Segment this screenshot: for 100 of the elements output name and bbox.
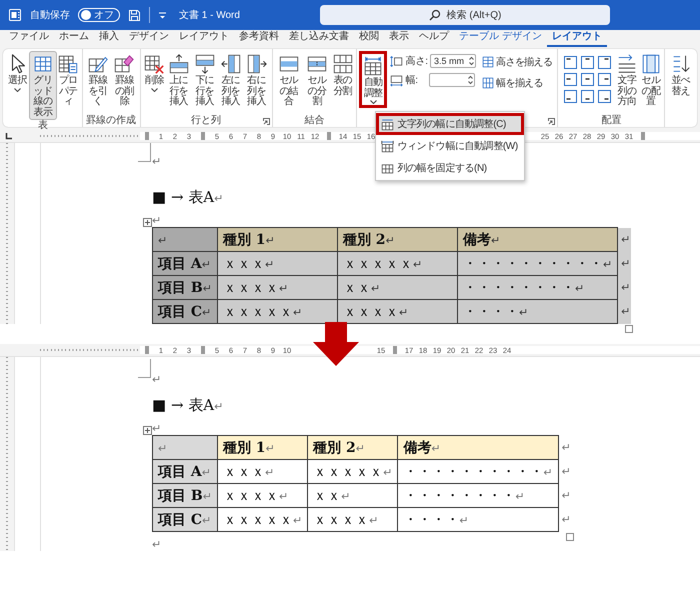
down-arrow: [313, 322, 359, 366]
number-field[interactable]: 3.5 mm: [430, 54, 476, 68]
table-cell: ・・・・・・・・↵: [398, 484, 558, 508]
ribbon-tab[interactable]: 校閲: [354, 28, 384, 47]
insert-column-left-icon: [220, 53, 242, 75]
menu-item[interactable]: 文字列の幅に自動調整(C): [376, 113, 524, 135]
app-icon[interactable]: [8, 8, 22, 22]
row-end-mark: ↵: [618, 228, 631, 252]
distribute-rows-icon: [482, 56, 494, 68]
row-header: 項目 C↵: [152, 508, 218, 532]
ribbon-button[interactable]: 右に列を挿入: [244, 51, 270, 110]
paragraph-mark: ↵: [152, 422, 162, 435]
align-button[interactable]: [597, 55, 612, 69]
align-button[interactable]: [580, 89, 594, 103]
group-label: 配置: [601, 115, 622, 126]
ribbon-tab[interactable]: 参考資料: [234, 28, 284, 47]
ribbon-button[interactable]: グリッド線の表示: [29, 51, 57, 120]
save-icon[interactable]: [128, 8, 141, 22]
ribbon-button[interactable]: 高さを揃える: [481, 54, 554, 70]
column-marker[interactable]: [145, 346, 149, 354]
ribbon-tab[interactable]: テーブル デザイン: [454, 28, 547, 47]
column-header: 備考↵: [457, 228, 618, 252]
column-marker[interactable]: [201, 132, 205, 140]
group-label: 結合: [304, 115, 324, 126]
group-label: 行と列: [191, 115, 222, 126]
column-marker[interactable]: [641, 132, 645, 140]
group-label: 罫線の作成: [86, 115, 136, 126]
split-table-icon: [332, 53, 354, 75]
table-resize-handle-icon[interactable]: [566, 533, 574, 541]
ribbon-button[interactable]: セルの分割: [302, 51, 332, 110]
autosave-label: 自動保存: [30, 9, 70, 22]
ribbon-button[interactable]: 罫線を引く: [84, 51, 112, 110]
ribbon-button[interactable]: 左に列を挿入: [218, 51, 244, 110]
table-resize-handle-icon[interactable]: [625, 325, 634, 333]
column-marker[interactable]: [145, 132, 149, 140]
column-marker[interactable]: [327, 132, 331, 140]
row-header: 項目 B↵: [152, 484, 218, 508]
dialog-launcher-icon[interactable]: [262, 118, 270, 125]
table-properties-icon: [57, 53, 80, 75]
field-label: 幅:: [405, 74, 420, 87]
menu-item[interactable]: ウィンドウ幅に自動調整(W): [376, 135, 524, 157]
cell-align-icon: [598, 90, 611, 102]
table-cell: ｘｘｘｘｘ↵: [217, 508, 308, 532]
cell-align-icon: [598, 56, 611, 68]
ribbon-button[interactable]: 幅を揃える: [481, 75, 554, 91]
dialog-launcher-icon[interactable]: [548, 118, 556, 125]
search-icon: [428, 9, 441, 21]
table-move-handle-icon[interactable]: [143, 218, 152, 227]
ribbon-tab[interactable]: 表示: [384, 28, 414, 47]
row-header: 項目 C↵: [152, 300, 218, 324]
ribbon-tab[interactable]: ヘルプ: [414, 28, 454, 47]
align-button[interactable]: [563, 72, 578, 86]
row-height-icon: [390, 54, 404, 68]
cell-align-icon: [564, 90, 577, 102]
column-marker[interactable]: [201, 346, 205, 354]
number-field[interactable]: [429, 73, 476, 87]
ribbon-button[interactable]: 選択: [6, 51, 29, 94]
table-delete-icon: [143, 53, 166, 75]
insert-column-right-icon: [246, 53, 268, 75]
group-label: 表: [38, 120, 48, 131]
ribbon-button[interactable]: 削除: [142, 51, 166, 94]
column-header: 種別 1↵: [217, 436, 308, 460]
table-cell: ｘｘ↵: [337, 276, 458, 300]
table-move-handle-icon[interactable]: [143, 426, 152, 435]
align-button[interactable]: [580, 55, 594, 69]
column-header: 備考↵: [398, 436, 558, 460]
ribbon-tab[interactable]: ホーム: [54, 28, 94, 47]
ribbon-button[interactable]: 下に行を挿入: [192, 51, 218, 110]
ribbon-button[interactable]: セルの配置: [639, 51, 662, 110]
ribbon-tab[interactable]: 挿入: [94, 28, 124, 47]
row-end-mark: ↵: [558, 508, 572, 532]
customize-toolbar-icon[interactable]: [158, 10, 167, 20]
ribbon-button[interactable]: 罫線の削除: [111, 51, 138, 110]
ribbon-tab[interactable]: レイアウト: [174, 28, 234, 47]
search-field[interactable]: 検索 (Alt+Q): [320, 5, 610, 25]
paragraph-text: ■ → 表A↵: [152, 395, 224, 416]
menu-item[interactable]: 列の幅を固定する(N): [376, 157, 524, 179]
ribbon-button[interactable]: 上に行を挿入: [166, 51, 192, 110]
table-cell: ・・・・↵: [457, 300, 618, 324]
ribbon-button[interactable]: 文字列の方向: [614, 51, 640, 110]
column-width-icon: [390, 74, 404, 86]
margin-corner-mark: [138, 143, 151, 162]
align-button[interactable]: [580, 72, 594, 86]
ribbon-button[interactable]: 自動調整: [359, 51, 388, 108]
ribbon-button[interactable]: セルの結合: [274, 51, 303, 110]
align-button[interactable]: [597, 89, 612, 103]
align-button[interactable]: [597, 72, 612, 86]
ribbon-tab[interactable]: 差し込み文書: [284, 28, 354, 47]
column-marker[interactable]: [393, 346, 397, 354]
autosave-toggle[interactable]: オフ: [78, 8, 120, 22]
align-button[interactable]: [563, 89, 578, 103]
ribbon-tab[interactable]: ファイル: [4, 28, 54, 47]
ribbon-tab[interactable]: デザイン: [124, 28, 174, 47]
ribbon-button[interactable]: 並べ替え: [667, 51, 694, 99]
cell-align-icon: [580, 72, 594, 86]
ribbon-button[interactable]: 表の分割: [331, 51, 354, 99]
align-button[interactable]: [563, 55, 578, 69]
row-end-mark: ↵: [618, 300, 631, 324]
ribbon-button[interactable]: プロパティ: [56, 51, 80, 110]
tab-selector-icon[interactable]: [4, 132, 12, 140]
